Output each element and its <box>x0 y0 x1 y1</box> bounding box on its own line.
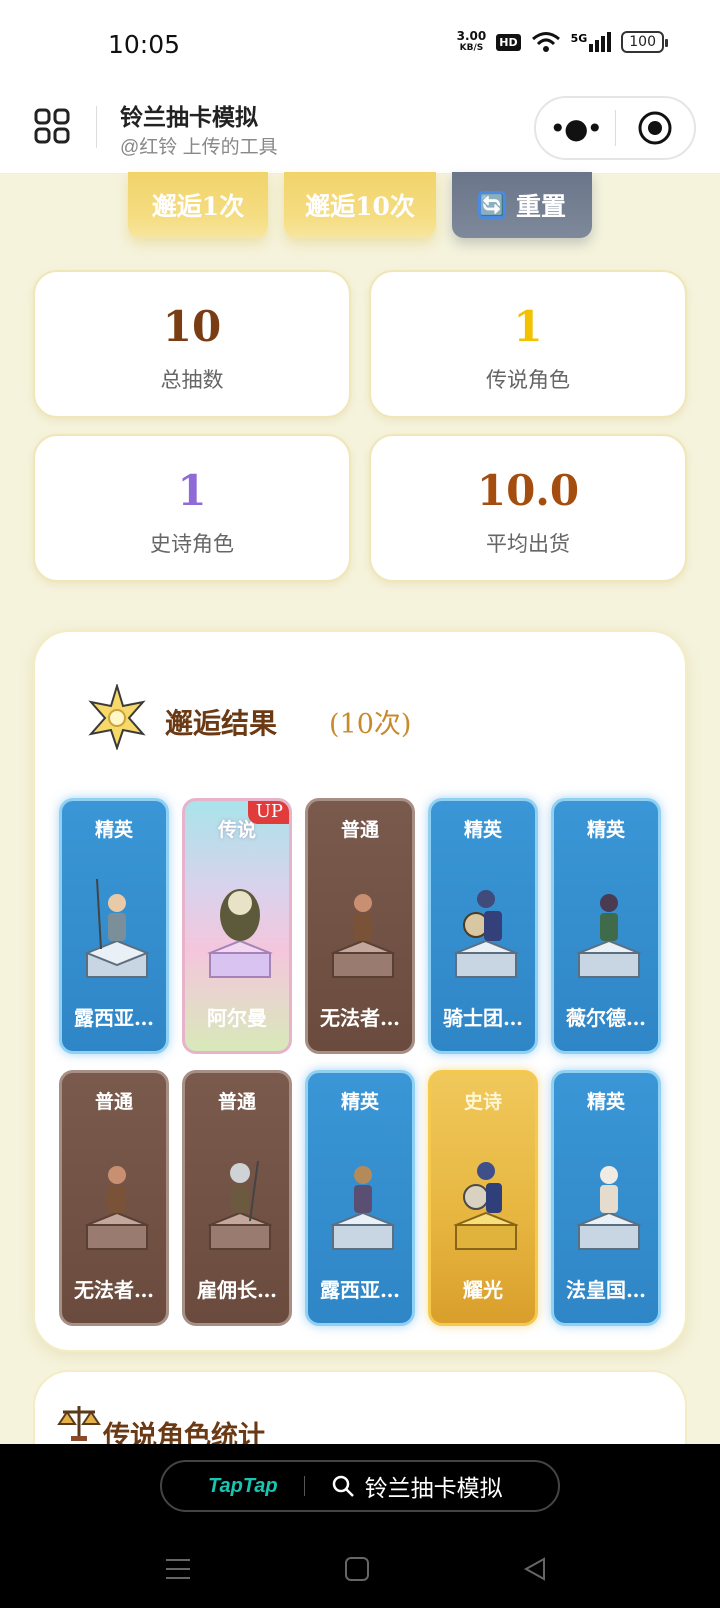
up-badge: UP <box>247 801 289 824</box>
card-name: 无法者… <box>320 1006 400 1030</box>
stat-label: 传说角色 <box>486 369 570 392</box>
reset-label: 重置 <box>515 192 566 221</box>
stat-value: 1 <box>177 466 207 515</box>
card-name: 骑士团… <box>443 1006 523 1030</box>
scales-icon <box>57 1406 101 1441</box>
status-time: 10:05 <box>108 30 181 59</box>
taptap-bar: TapTap 铃兰抽卡模拟 <box>0 1444 720 1532</box>
reset-button[interactable]: 🔄 重置 <box>452 172 592 238</box>
back-icon[interactable] <box>522 1556 548 1582</box>
more-options-icon[interactable]: •●• <box>536 112 615 145</box>
result-card[interactable]: 精英 露西亚… <box>305 1070 415 1326</box>
character-figure-icon <box>330 894 396 978</box>
card-name: 雇佣长… <box>197 1278 277 1302</box>
app-subtitle: @红铃 上传的工具 <box>120 137 278 158</box>
refresh-icon: 🔄 <box>477 191 506 219</box>
character-figure-icon <box>207 1160 273 1250</box>
result-card[interactable]: 普通 无法者… <box>305 798 415 1054</box>
results-count: (10次) <box>329 709 412 740</box>
search-icon <box>332 1475 354 1497</box>
card-name: 薇尔德… <box>566 1006 646 1030</box>
status-icons: 3.00 KB/S HD 5G 100 <box>457 30 668 54</box>
card-rarity: 普通 <box>217 1091 256 1113</box>
taptap-search-pill[interactable]: TapTap 铃兰抽卡模拟 <box>160 1460 560 1512</box>
card-rarity: 普通 <box>94 1091 133 1113</box>
star-emblem-icon <box>88 684 146 750</box>
header-divider <box>96 106 97 148</box>
mini-program-capsule: •●• <box>534 96 696 160</box>
stat-value: 10.0 <box>476 466 580 515</box>
battery-icon: 100 <box>621 31 668 53</box>
stat-total-draws: 10 总抽数 <box>33 270 351 418</box>
result-card[interactable]: 传说 UP 阿尔曼 <box>182 798 292 1054</box>
result-card[interactable]: 史诗 耀光 <box>428 1070 538 1326</box>
menu-icon[interactable] <box>164 1556 192 1582</box>
taptap-divider <box>303 1476 305 1496</box>
stat-value: 1 <box>513 302 543 351</box>
card-name: 露西亚… <box>74 1006 154 1030</box>
system-nav-bar <box>0 1532 720 1608</box>
stat-label: 史诗角色 <box>150 533 234 556</box>
status-bar: 10:05 3.00 KB/S HD 5G 100 <box>0 0 720 90</box>
character-figure-icon <box>84 1166 150 1250</box>
network-speed-value: 3.00 <box>456 29 487 43</box>
results-title: 邂逅结果 <box>165 707 278 740</box>
character-figure-icon <box>207 889 273 978</box>
card-name: 无法者… <box>74 1278 154 1302</box>
stat-label: 平均出货 <box>486 533 570 556</box>
character-figure-icon <box>453 1162 519 1250</box>
app-title: 铃兰抽卡模拟 <box>120 104 258 130</box>
card-rarity: 普通 <box>340 819 379 841</box>
result-card[interactable]: 精英 法皇国… <box>551 1070 661 1326</box>
card-rarity: 精英 <box>340 1091 379 1113</box>
results-panel: 邂逅结果 (10次) 精英 露西亚… 传说 UP 阿尔曼 普通 无法者… 精英 … <box>33 630 687 1352</box>
network-type-icon: 5G <box>571 32 612 52</box>
character-figure-icon <box>453 890 519 978</box>
home-icon[interactable] <box>344 1556 370 1582</box>
wifi-icon <box>531 32 560 52</box>
hd-icon: HD <box>496 33 521 51</box>
result-card[interactable]: 普通 雇佣长… <box>182 1070 292 1326</box>
stat-legend-count: 1 传说角色 <box>369 270 687 418</box>
network-type-label: 5G <box>570 32 588 45</box>
card-rarity: 史诗 <box>463 1091 502 1113</box>
stat-epic-count: 1 史诗角色 <box>33 434 351 582</box>
network-speed: 3.00 KB/S <box>457 30 487 54</box>
grid-menu-icon[interactable] <box>34 108 70 144</box>
result-card[interactable]: 精英 露西亚… <box>59 798 169 1054</box>
result-card[interactable]: 精英 薇尔德… <box>551 798 661 1054</box>
result-card[interactable]: 普通 无法者… <box>59 1070 169 1326</box>
taptap-logo: TapTap <box>208 1474 278 1497</box>
draw-once-button[interactable]: 邂逅1次 <box>128 172 268 238</box>
card-rarity: 精英 <box>586 1091 625 1113</box>
stat-average-pull: 10.0 平均出货 <box>369 434 687 582</box>
card-name: 耀光 <box>463 1278 503 1302</box>
character-figure-icon <box>576 1166 642 1250</box>
card-rarity: 精英 <box>586 819 625 841</box>
stat-value: 10 <box>162 302 222 351</box>
character-figure-icon <box>576 894 642 978</box>
card-rarity: 精英 <box>463 819 502 841</box>
result-card[interactable]: 精英 骑士团… <box>428 798 538 1054</box>
card-name: 阿尔曼 <box>207 1006 267 1030</box>
card-name: 法皇国… <box>566 1278 646 1302</box>
card-rarity: 精英 <box>94 819 133 841</box>
app-header: 铃兰抽卡模拟 @红铃 上传的工具 •●• <box>0 90 720 174</box>
draw-ten-button[interactable]: 邂逅10次 <box>284 172 436 238</box>
taptap-search-text: 铃兰抽卡模拟 <box>364 1475 503 1501</box>
network-speed-unit: KB/S <box>459 43 484 53</box>
card-name: 露西亚… <box>320 1278 400 1302</box>
character-figure-icon <box>84 878 150 978</box>
close-target-icon[interactable] <box>616 110 695 146</box>
stat-label: 总抽数 <box>160 369 224 392</box>
character-figure-icon <box>330 1166 396 1250</box>
